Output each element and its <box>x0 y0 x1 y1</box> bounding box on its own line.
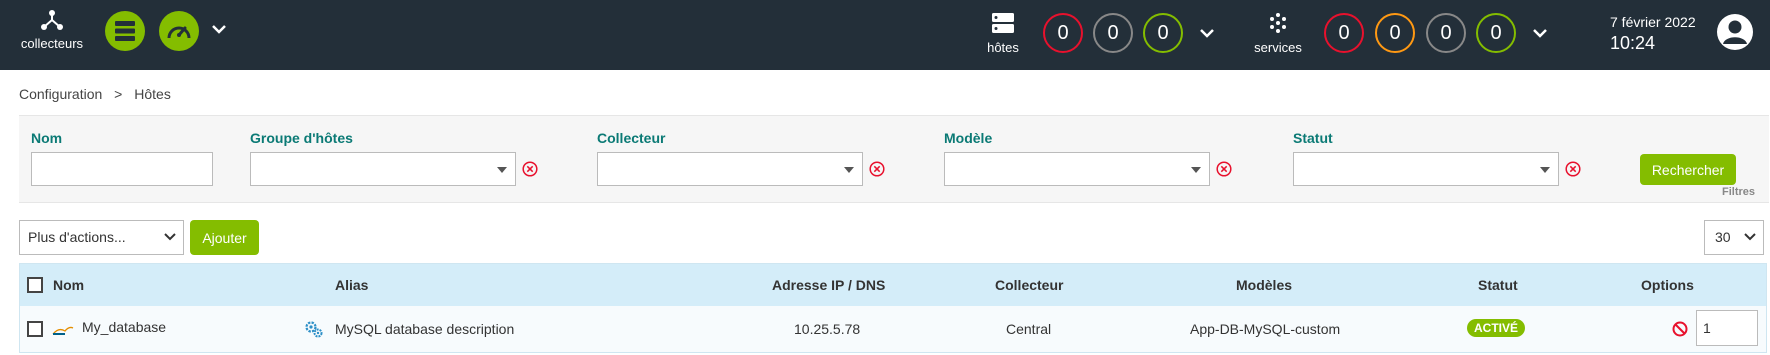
hosts-table: Nom Alias Adresse IP / DNS Collecteur Mo… <box>19 263 1767 353</box>
services-critical-count[interactable]: 0 <box>1324 13 1364 53</box>
top-bar: collecteurs hôtes 0 0 0 services 0 0 0 0… <box>0 0 1770 70</box>
hosts-menu[interactable]: hôtes <box>985 12 1021 57</box>
dashboard-button[interactable] <box>159 11 199 51</box>
services-icon <box>1270 13 1286 33</box>
duplicate-count-input[interactable]: 1 <box>1696 310 1758 346</box>
chevron-down-icon[interactable] <box>211 22 227 40</box>
collectors-label: collecteurs <box>20 36 84 51</box>
template-filter-label: Modèle <box>944 130 993 146</box>
collector-filter-label: Collecteur <box>597 130 666 146</box>
page-size-value: 30 <box>1715 229 1731 245</box>
filters-tag: Filtres <box>1721 186 1755 198</box>
speedometer-icon <box>167 26 191 39</box>
hosts-down-count[interactable]: 0 <box>1043 13 1083 53</box>
collector-clear-icon[interactable] <box>869 161 885 177</box>
breadcrumb-configuration[interactable]: Configuration <box>19 86 102 102</box>
host-collector: Central <box>1006 321 1052 337</box>
search-button[interactable]: Rechercher <box>1640 154 1736 185</box>
services-menu[interactable]: services <box>1250 12 1306 57</box>
name-filter-label: Nom <box>31 130 63 146</box>
select-all-checkbox[interactable] <box>27 277 43 293</box>
chevron-down-icon <box>164 233 176 241</box>
services-warning-count[interactable]: 0 <box>1375 13 1415 53</box>
table-header: Nom Alias Adresse IP / DNS Collecteur Mo… <box>20 264 1766 306</box>
collector-filter-select[interactable] <box>597 152 863 186</box>
hosts-icon <box>992 13 1014 33</box>
table-row[interactable]: My_database MySQL database description 1… <box>20 306 1766 352</box>
status-filter-select[interactable] <box>1293 152 1559 186</box>
header-address[interactable]: Adresse IP / DNS <box>772 277 885 293</box>
row-checkbox[interactable] <box>27 321 43 337</box>
more-actions-select[interactable]: Plus d'actions... <box>19 220 184 255</box>
services-ok-count[interactable]: 0 <box>1476 13 1516 53</box>
breadcrumb-hosts[interactable]: Hôtes <box>134 86 171 102</box>
header-collector[interactable]: Collecteur <box>995 277 1063 293</box>
hostgroup-filter-select[interactable] <box>250 152 516 186</box>
user-avatar-icon[interactable] <box>1716 13 1754 56</box>
hosts-up-count[interactable]: 0 <box>1143 13 1183 53</box>
hosts-unreachable-count[interactable]: 0 <box>1093 13 1133 53</box>
hostgroup-clear-icon[interactable] <box>522 161 538 177</box>
collectors-menu[interactable]: collecteurs <box>14 8 90 51</box>
header-status[interactable]: Statut <box>1478 277 1518 293</box>
header-options: Options <box>1641 277 1694 293</box>
breadcrumb-separator: > <box>114 86 123 102</box>
header-name[interactable]: Nom <box>53 277 84 293</box>
server-list-button[interactable] <box>105 11 145 51</box>
page-size-select[interactable]: 30 <box>1704 220 1764 255</box>
add-button[interactable]: Ajouter <box>190 220 259 255</box>
hostgroup-filter-label: Groupe d'hôtes <box>250 130 353 146</box>
gears-icon[interactable] <box>303 318 325 340</box>
disable-icon[interactable] <box>1672 321 1688 337</box>
status-clear-icon[interactable] <box>1565 161 1581 177</box>
chevron-down-icon <box>1744 233 1756 241</box>
status-filter-label: Statut <box>1293 130 1333 146</box>
template-filter-select[interactable] <box>944 152 1210 186</box>
collectors-icon <box>41 10 63 30</box>
services-label: services <box>1254 40 1302 55</box>
breadcrumb: Configuration > Hôtes <box>19 86 179 102</box>
current-time: 10:24 <box>1610 33 1656 53</box>
header-alias[interactable]: Alias <box>335 277 368 293</box>
mysql-logo-icon <box>52 326 74 335</box>
current-date: 7 février 2022 <box>1610 14 1696 30</box>
host-address: 10.25.5.78 <box>794 321 861 337</box>
host-templates: App-DB-MySQL-custom <box>1190 321 1341 337</box>
services-unknown-count[interactable]: 0 <box>1426 13 1466 53</box>
host-alias: MySQL database description <box>335 321 515 337</box>
clock: 7 février 2022 10:24 <box>1610 11 1706 54</box>
hosts-label: hôtes <box>987 40 1019 55</box>
more-actions-label: Plus d'actions... <box>28 229 126 245</box>
status-badge: ACTIVÉ <box>1467 319 1526 337</box>
services-chevron-down-icon[interactable] <box>1532 26 1548 44</box>
template-clear-icon[interactable] <box>1216 161 1232 177</box>
hosts-chevron-down-icon[interactable] <box>1199 26 1215 44</box>
server-list-icon <box>115 21 135 41</box>
name-filter-input[interactable] <box>31 152 213 186</box>
filter-panel: Nom Groupe d'hôtes Collecteur Modèle Sta… <box>19 115 1769 203</box>
host-name-link[interactable]: My_database <box>82 319 166 335</box>
header-templates[interactable]: Modèles <box>1236 277 1292 293</box>
